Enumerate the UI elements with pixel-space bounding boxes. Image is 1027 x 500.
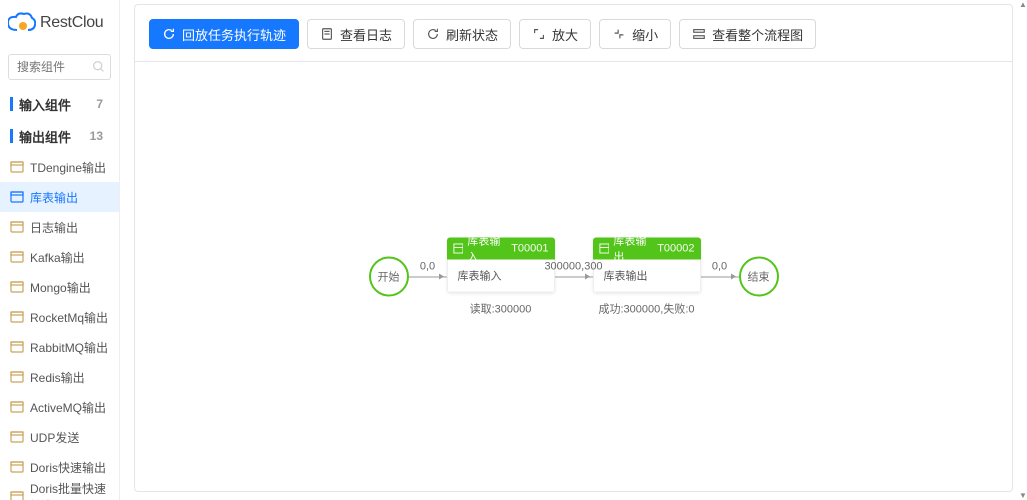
layout-icon (692, 27, 706, 41)
component-icon (10, 460, 24, 474)
overview-button[interactable]: 查看整个流程图 (679, 19, 816, 49)
sidebar: RestClou 输入组件7 输出组件13 TDengine输出库表输出日志输出… (0, 0, 120, 500)
item-activemq[interactable]: ActiveMQ输出 (0, 392, 119, 422)
item-rocketmq[interactable]: RocketMq输出 (0, 302, 119, 332)
edge-2: 300000,300 (555, 276, 593, 277)
component-icon (10, 220, 24, 234)
component-icon (10, 280, 24, 294)
edge-3: 0,0 (701, 276, 739, 277)
expand-icon (532, 27, 546, 41)
search-icon (92, 60, 105, 73)
item-label: Doris批量快速输出 (30, 480, 109, 500)
item-mongo[interactable]: Mongo输出 (0, 272, 119, 302)
node-title: 库表输出 (613, 237, 653, 264)
logo-icon (8, 12, 36, 34)
component-icon (10, 250, 24, 264)
node-stat: 成功:300000,失败:0 (599, 300, 695, 316)
item-kafka[interactable]: Kafka输出 (0, 242, 119, 272)
node-input[interactable]: 库表输入T00001 库表输入 (447, 237, 555, 292)
item-label: Mongo输出 (30, 279, 91, 296)
sidebar-nav: 输入组件7 输出组件13 TDengine输出库表输出日志输出 Kafka输出 Mo… (0, 88, 119, 500)
edge-label: 0,0 (420, 260, 435, 272)
collapse-icon (612, 27, 626, 41)
item-label: 库表输出 (30, 189, 78, 206)
node-title: 库表输入 (467, 237, 507, 264)
component-icon (10, 160, 24, 174)
component-icon (10, 370, 24, 384)
search-wrap (0, 46, 119, 88)
edge-label: 300000,300 (544, 260, 602, 272)
item-udp[interactable]: UDP发送 (0, 422, 119, 452)
node-stat: 读取:300000 (470, 300, 532, 316)
item-rabbitmq[interactable]: RabbitMQ输出 (0, 332, 119, 362)
component-icon (10, 310, 24, 324)
cat-label: 输出组件 (19, 127, 84, 146)
edge-label: 0,0 (712, 260, 727, 272)
cat-count: 7 (90, 97, 109, 111)
flow-canvas[interactable]: 开始 0,0 库表输入T00001 库表输入 读取:300000 300000,… (135, 61, 1012, 491)
table-icon (453, 242, 464, 254)
start-node[interactable]: 开始 (369, 257, 409, 297)
item-label: Kafka输出 (30, 249, 85, 266)
refresh-icon (426, 27, 440, 41)
refresh-button[interactable]: 刷新状态 (413, 19, 511, 49)
item-redis[interactable]: Redis输出 (0, 362, 119, 392)
node-1-wrap: 库表输入T00001 库表输入 读取:300000 (447, 237, 555, 316)
item-label: TDengine输出 (30, 159, 106, 176)
table-icon (599, 242, 610, 254)
replay-button[interactable]: 回放任务执行轨迹 (149, 19, 299, 49)
node-id: T00002 (657, 242, 694, 254)
node-output[interactable]: 库表输出T00002 库表输出 (593, 237, 701, 292)
item-doris-batch[interactable]: Doris批量快速输出 (0, 482, 119, 500)
item-label: RabbitMQ输出 (30, 339, 108, 356)
scroll-up-icon[interactable]: ▲ (1019, 0, 1027, 9)
component-icon (10, 190, 24, 204)
cat-label: 输入组件 (19, 95, 90, 114)
component-icon (10, 340, 24, 354)
logo: RestClou (0, 0, 119, 46)
node-id: T00001 (511, 242, 548, 254)
logo-text: RestClou (40, 14, 103, 32)
end-node[interactable]: 结束 (739, 257, 779, 297)
cat-output[interactable]: 输出组件13 (0, 120, 119, 152)
node-2-wrap: 库表输出T00002 库表输出 成功:300000,失败:0 (593, 237, 701, 316)
edge-1: 0,0 (409, 276, 447, 277)
cat-input[interactable]: 输入组件7 (0, 88, 119, 120)
zoom-out-button[interactable]: 缩小 (599, 19, 671, 49)
item-doris-fast[interactable]: Doris快速输出 (0, 452, 119, 482)
item-label: ActiveMQ输出 (30, 399, 106, 416)
toolbar: 回放任务执行轨迹 查看日志 刷新状态 放大 缩小 查看整个流程图 (135, 5, 1012, 61)
scroll-down-icon[interactable]: ▼ (1019, 491, 1027, 500)
refresh-icon (162, 27, 176, 41)
item-label: 日志输出 (30, 219, 78, 236)
item-label: UDP发送 (30, 429, 79, 446)
flow: 开始 0,0 库表输入T00001 库表输入 读取:300000 300000,… (369, 237, 779, 316)
item-label: RocketMq输出 (30, 309, 108, 326)
app-root: RestClou 输入组件7 输出组件13 TDengine输出库表输出日志输出… (0, 0, 1027, 500)
log-button[interactable]: 查看日志 (307, 19, 405, 49)
file-icon (320, 27, 334, 41)
item-table-output[interactable]: 库表输出 (0, 182, 119, 212)
component-icon (10, 430, 24, 444)
item-log[interactable]: 日志输出 (0, 212, 119, 242)
cat-count: 13 (84, 129, 109, 143)
main: ▲▼ 回放任务执行轨迹 查看日志 刷新状态 放大 缩小 查看整个流程图 开始 0… (120, 0, 1027, 500)
item-tdengine[interactable]: TDengine输出 (0, 152, 119, 182)
item-label: Redis输出 (30, 369, 85, 386)
component-icon (10, 490, 24, 500)
zoom-in-button[interactable]: 放大 (519, 19, 591, 49)
scroll-indicators: ▲▼ (1019, 0, 1027, 500)
panel: 回放任务执行轨迹 查看日志 刷新状态 放大 缩小 查看整个流程图 开始 0,0 … (134, 4, 1013, 492)
item-label: Doris快速输出 (30, 459, 106, 476)
component-icon (10, 400, 24, 414)
